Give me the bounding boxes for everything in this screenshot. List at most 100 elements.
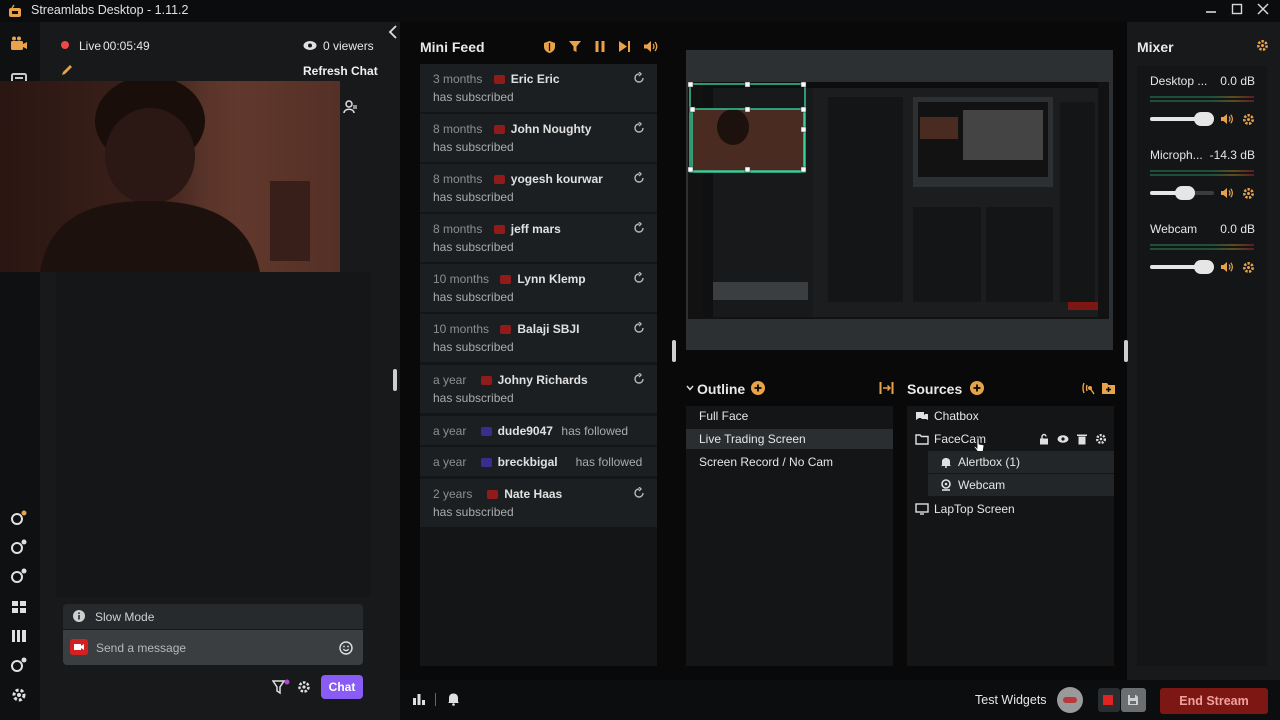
feed-time: 8 months xyxy=(433,222,483,236)
refresh-chat-button[interactable]: Refresh Chat xyxy=(303,64,378,78)
feed-item[interactable]: a year Johny Richards has subscribed xyxy=(420,365,657,413)
end-stream-button[interactable]: End Stream xyxy=(1160,688,1268,714)
source-item[interactable]: Webcam xyxy=(928,474,1114,496)
visibility-eye-icon[interactable] xyxy=(1057,433,1069,445)
replay-alert-icon[interactable] xyxy=(633,487,645,499)
chat-send-button[interactable]: Chat xyxy=(321,675,363,699)
source-item[interactable]: LapTop Screen xyxy=(907,498,1114,520)
shield-icon[interactable] xyxy=(543,40,556,54)
chat-settings-icon[interactable] xyxy=(297,680,311,694)
mixer-channel-name: Microph... xyxy=(1150,148,1203,162)
feed-item[interactable]: a year dude9047 has followed xyxy=(420,416,657,445)
close-icon[interactable] xyxy=(1252,1,1274,21)
source-broadcast-icon[interactable] xyxy=(1081,381,1096,395)
feed-item[interactable]: 2 years Nate Haas has subscribed xyxy=(420,479,657,527)
feed-item[interactable]: 10 months Lynn Klemp has subscribed xyxy=(420,264,657,312)
youtube-icon xyxy=(500,325,512,334)
collapse-chevron-icon[interactable] xyxy=(387,25,399,39)
feed-item[interactable]: a year breckbigal has followed xyxy=(420,447,657,476)
test-widgets-button[interactable]: Test Widgets xyxy=(975,693,1047,707)
streamlabs-logo-icon xyxy=(9,4,21,17)
app-icon-1[interactable] xyxy=(9,537,29,557)
replay-alert-icon[interactable] xyxy=(633,272,645,284)
channel-settings-icon[interactable] xyxy=(1242,261,1255,274)
replay-alert-icon[interactable] xyxy=(633,122,645,134)
scene-item[interactable]: Screen Record / No Cam xyxy=(686,452,893,472)
volume-slider-knob[interactable] xyxy=(1175,186,1195,200)
app-store-icon[interactable] xyxy=(9,508,29,528)
pencil-icon[interactable] xyxy=(60,63,74,77)
skip-icon[interactable] xyxy=(618,40,631,53)
mixer-settings-icon[interactable] xyxy=(1256,39,1269,52)
performance-stats-icon[interactable] xyxy=(412,692,426,706)
feed-action: has subscribed xyxy=(433,505,514,519)
feed-item[interactable]: 8 months John Noughty has subscribed xyxy=(420,114,657,162)
layout-grid-icon[interactable] xyxy=(9,597,29,617)
live-indicator-icon xyxy=(61,41,69,49)
replay-alert-icon[interactable] xyxy=(633,322,645,334)
chat-resize-handle[interactable] xyxy=(393,369,397,391)
mute-speaker-icon[interactable] xyxy=(1220,187,1234,199)
feed-item[interactable]: 3 months Eric Eric has subscribed xyxy=(420,64,657,112)
feed-item[interactable]: 8 months yogesh kourwar has subscribed xyxy=(420,164,657,212)
channel-settings-icon[interactable] xyxy=(1242,113,1255,126)
minimize-icon[interactable] xyxy=(1200,1,1222,21)
volume-slider-knob[interactable] xyxy=(1194,112,1214,126)
feed-item[interactable]: 10 months Balaji SBJI has subscribed xyxy=(420,314,657,362)
studio-camera-icon[interactable] xyxy=(9,34,29,54)
app-icon-2[interactable] xyxy=(9,566,29,586)
feed-username: dude9047 xyxy=(497,424,553,438)
filter-notification-icon[interactable] xyxy=(272,679,290,695)
library-icon[interactable] xyxy=(9,626,29,646)
notifications-bell-icon[interactable] xyxy=(447,692,460,706)
channel-settings-icon[interactable] xyxy=(1242,187,1255,200)
replay-buffer-button[interactable] xyxy=(1121,688,1146,712)
preview-canvas[interactable] xyxy=(688,82,1109,319)
add-folder-icon[interactable] xyxy=(1101,381,1116,395)
lock-icon[interactable] xyxy=(1038,433,1050,445)
trash-icon[interactable] xyxy=(1076,433,1088,445)
chat-message-input[interactable]: Send a message xyxy=(63,630,363,665)
window-title: Streamlabs Desktop - 1.11.2 xyxy=(31,3,189,17)
preview-right-resize-handle[interactable] xyxy=(1124,340,1128,362)
source-item[interactable]: Alertbox (1) xyxy=(928,451,1114,473)
test-widgets-toggle[interactable] xyxy=(1057,687,1083,713)
preview-left-resize-handle[interactable] xyxy=(672,340,676,362)
volume-slider-knob[interactable] xyxy=(1194,260,1214,274)
scene-transitions-icon[interactable] xyxy=(879,381,894,395)
emoji-icon[interactable] xyxy=(339,641,353,655)
pause-icon[interactable] xyxy=(594,40,606,53)
replay-alert-icon[interactable] xyxy=(633,72,645,84)
maximize-icon[interactable] xyxy=(1226,1,1248,21)
source-settings-icon[interactable] xyxy=(1095,433,1107,445)
scene-item[interactable]: Live Trading Screen xyxy=(686,429,893,449)
volume-slider[interactable] xyxy=(1150,186,1214,200)
source-item[interactable]: FaceCam xyxy=(907,428,1114,453)
volume-slider[interactable] xyxy=(1150,260,1214,274)
outline-collapse-chevron-icon[interactable] xyxy=(686,384,694,392)
feed-time: a year xyxy=(433,455,467,469)
mute-speaker-icon[interactable] xyxy=(1220,261,1234,273)
record-button[interactable] xyxy=(1098,688,1120,712)
settings-gear-icon[interactable] xyxy=(9,685,29,705)
volume-icon[interactable] xyxy=(643,40,658,53)
title-bar: Streamlabs Desktop - 1.11.2 xyxy=(0,0,1280,22)
source-item[interactable]: Chatbox xyxy=(907,405,1114,427)
user-manage-icon[interactable] xyxy=(343,100,357,114)
youtube-icon xyxy=(493,125,505,134)
app-icon-3[interactable] xyxy=(9,655,29,675)
mute-speaker-icon[interactable] xyxy=(1220,113,1234,125)
filter-icon[interactable] xyxy=(568,40,582,53)
volume-slider[interactable] xyxy=(1150,112,1214,126)
add-source-icon[interactable] xyxy=(970,381,984,395)
feed-time: a year xyxy=(433,424,467,438)
replay-alert-icon[interactable] xyxy=(633,172,645,184)
replay-alert-icon[interactable] xyxy=(633,222,645,234)
viewer-count: 0 viewers xyxy=(323,39,374,53)
scene-item[interactable]: Full Face xyxy=(686,406,893,426)
eye-icon xyxy=(303,41,317,50)
feed-time: 10 months xyxy=(433,272,490,286)
add-scene-icon[interactable] xyxy=(751,381,765,395)
feed-item[interactable]: 8 months jeff mars has subscribed xyxy=(420,214,657,262)
replay-alert-icon[interactable] xyxy=(633,373,645,385)
